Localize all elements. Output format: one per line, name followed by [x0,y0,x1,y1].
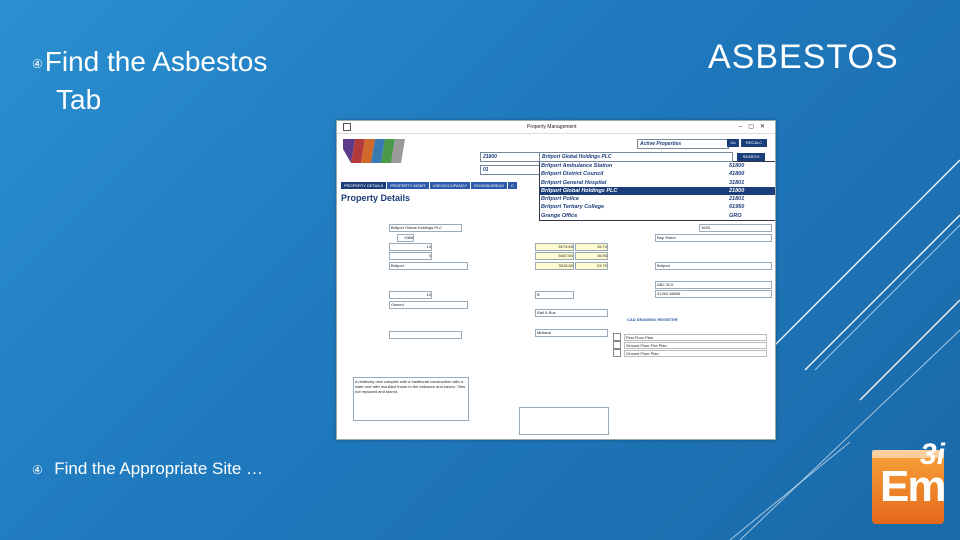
block-condition-select[interactable]: B [535,291,574,299]
tenure-select[interactable]: Owned [389,301,468,309]
docs-header: CAD DRAWING REGISTER [627,317,678,322]
bedrooms-field[interactable]: 0 [389,252,432,260]
lettable-area2-field[interactable]: 23.79 [575,262,608,270]
beds-field[interactable]: 14 [389,243,432,251]
gross-int-area-field[interactable]: 5174.63 [535,243,574,251]
app-icon [343,123,351,131]
org-field[interactable]: Britport Global Holdings PLC [389,224,462,232]
go-button[interactable]: Go [727,139,739,147]
list-item[interactable]: Britport General Hospital 31801 [540,179,775,187]
property-code-select[interactable]: 21800 [480,152,540,162]
bullet-1-continuation: Tab [56,84,102,115]
tab-rooms-areas[interactable]: ROOMS/AREAS [471,182,507,189]
search-button[interactable]: SEARCH [737,153,765,161]
window-titlebar: Property Management –▢✕ [337,121,775,134]
list-item[interactable]: First Floor Plan [613,333,767,341]
property-tabs: PROPERTY DETAILS PROPERTY MGMT USE/OCCUP… [341,182,518,189]
tab-property-details[interactable]: PROPERTY DETAILS [341,182,387,189]
town-field[interactable]: Britport [655,262,772,270]
telephone-field[interactable]: 01264 98096 [655,290,772,298]
site-dropdown-list[interactable]: Britport Ambulance Station 51800 Britport… [539,161,775,222]
parking-spaces-field[interactable]: 10 [389,291,432,299]
build-year-field[interactable]: 1988 [397,234,414,242]
bullet-marker-icon: ④ [32,56,43,71]
public-transport-select[interactable]: Rail & Bus [535,309,608,317]
recalc-button[interactable]: RECALC [741,139,767,147]
slide-title: ASBESTOS [708,38,899,76]
list-item[interactable]: Ground Floor Fire Plan [613,341,767,349]
local-authority-select[interactable]: Britport [389,262,468,270]
address-field[interactable]: Bay Street [655,234,772,242]
bullet-1-text: Find the Asbestos [44,46,268,77]
document-icon [613,333,621,341]
construction-narrative-field[interactable] [519,407,609,435]
gross-int-area2-field[interactable]: 15.74 [575,243,608,251]
tab-use-occupancy[interactable]: USE/OCCUPANCY [429,182,471,189]
tab-more[interactable]: C [507,182,517,189]
bullet-2: ④ Find the Appropriate Site … [32,458,263,481]
list-item[interactable]: Britport District Council 41800 [540,170,775,178]
list-item[interactable]: Britport Ambulance Station 51800 [540,162,775,170]
region-select[interactable]: Midland [535,329,608,337]
bullet-1: ④Find the Asbestos [32,44,267,82]
lettable-area-field[interactable]: 3215.00 [535,262,574,270]
comment-field[interactable]: A relatively new complex with a traditio… [353,377,469,421]
company-logo [343,139,405,163]
postcode-field[interactable]: AB2 3CX [655,281,772,289]
bullet-2-text: Find the Appropriate Site … [54,459,264,478]
tab-property-mgmt[interactable]: PROPERTY MGMT [387,182,429,189]
drawing-list: First Floor Plan Ground Floor Fire Plan … [613,333,767,357]
list-item[interactable]: Grange Office GRO [540,212,775,220]
app-window: Property Management –▢✕ PROPERTY DETAILS… [336,120,776,440]
gross-ext-area2-field[interactable]: 16.93 [575,252,608,260]
property-code2-select[interactable]: 01 [480,165,540,175]
list-item-selected[interactable]: Britport Global Holdings PLC 21800 [540,186,775,196]
window-title: Property Management [527,124,577,130]
site-name-select[interactable]: Britport Global Holdings PLC [539,152,733,162]
bullet-marker-icon: ④ [32,462,43,477]
window-controls-icon[interactable]: –▢✕ [739,123,771,130]
gross-ext-area-field[interactable]: 5407.64 [535,252,574,260]
document-icon [613,341,621,349]
list-item[interactable]: Britport Tertiary College 61950 [540,203,775,211]
active-properties-select[interactable]: Active Properties [637,139,729,149]
property-heading: Property Details [341,193,411,203]
logo-superscript: 3i [920,438,946,471]
list-item[interactable]: Britport Police 21801 [540,195,775,203]
list-item[interactable]: Ground Floor Plan [613,349,767,357]
asset-reference-field[interactable] [389,331,462,339]
estates-ref-field[interactable]: 1625 [699,224,772,232]
document-icon [613,349,621,357]
